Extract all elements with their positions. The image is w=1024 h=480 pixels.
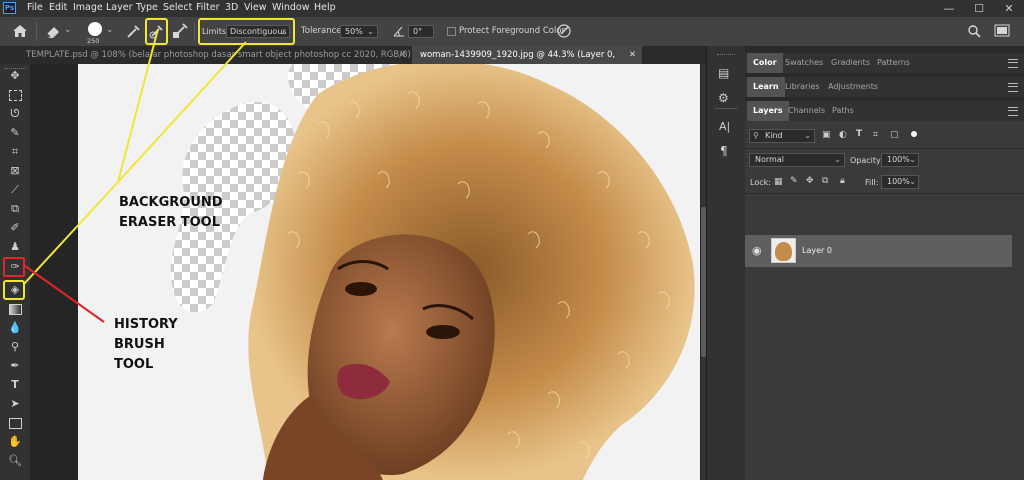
fill-label: Fill: bbox=[865, 178, 879, 187]
filter-type-icon[interactable]: T bbox=[856, 129, 862, 139]
search-icon: ⚲ bbox=[753, 131, 759, 140]
tab-channels[interactable]: Channels bbox=[782, 101, 831, 121]
panel-menu-icon[interactable] bbox=[1008, 107, 1018, 116]
filter-smart-object-icon[interactable]: ▢ bbox=[890, 130, 899, 140]
lock-label: Lock: bbox=[750, 178, 771, 187]
divider bbox=[715, 108, 737, 109]
panel-dock: ▤ ⚙ A| ¶ bbox=[706, 46, 745, 480]
fill-value: 100% bbox=[887, 177, 910, 186]
chevron-down-icon: ⌄ bbox=[909, 177, 916, 186]
tab-libraries[interactable]: Libraries bbox=[779, 77, 826, 97]
tab-color[interactable]: Color bbox=[747, 53, 783, 73]
search-icon[interactable] bbox=[967, 24, 981, 38]
panel-menu-icon[interactable] bbox=[1008, 59, 1018, 68]
chevron-down-icon: ⌄ bbox=[834, 155, 841, 164]
panels-column: Color Swatches Gradients Patterns Learn … bbox=[745, 46, 1024, 480]
blend-mode-select[interactable]: Normal ⌄ bbox=[749, 153, 845, 167]
dock-grip[interactable] bbox=[717, 54, 735, 58]
lock-transparency-icon[interactable]: ▦ bbox=[774, 177, 783, 187]
chevron-down-icon: ⌄ bbox=[909, 155, 916, 164]
pointer-line bbox=[24, 265, 105, 323]
opacity-input[interactable]: 100% ⌄ bbox=[881, 153, 919, 167]
color-panel-tabs: Color Swatches Gradients Patterns bbox=[745, 53, 1024, 73]
pointer-line bbox=[23, 181, 119, 285]
properties-panel-icon[interactable]: ⚙ bbox=[718, 91, 729, 105]
tab-adjustments[interactable]: Adjustments bbox=[822, 77, 884, 97]
opacity-label: Opacity: bbox=[850, 156, 883, 165]
filter-shape-icon[interactable]: ⌗ bbox=[873, 130, 878, 140]
maximize-button[interactable]: ☐ bbox=[964, 0, 994, 17]
close-window-button[interactable]: ✕ bbox=[994, 0, 1024, 17]
filter-adjustment-icon[interactable]: ◐ bbox=[839, 130, 847, 140]
annotation-pointers bbox=[23, 28, 247, 323]
filter-kind-value: Kind bbox=[765, 131, 783, 140]
chevron-down-icon: ⌄ bbox=[804, 131, 811, 140]
layer-row[interactable]: ◉ Layer 0 bbox=[745, 235, 1012, 267]
lock-artboard-icon[interactable]: ⧉ bbox=[822, 176, 828, 186]
fill-input[interactable]: 100% ⌄ bbox=[881, 175, 919, 189]
minimize-button[interactable]: — bbox=[934, 0, 964, 17]
history-panel-icon[interactable]: ▤ bbox=[718, 66, 729, 80]
layer-thumbnail bbox=[771, 238, 796, 263]
layer-filter-select[interactable]: ⚲ Kind ⌄ bbox=[749, 129, 815, 143]
tab-gradients[interactable]: Gradients bbox=[825, 53, 876, 73]
layers-panel: ⚲ Kind ⌄ ▣ ◐ T ⌗ ▢ Normal ⌄ Opacity: 100… bbox=[745, 121, 1024, 480]
learn-panel-tabs: Learn Libraries Adjustments bbox=[745, 77, 1024, 97]
opacity-value: 100% bbox=[887, 155, 910, 164]
tab-swatches[interactable]: Swatches bbox=[779, 53, 829, 73]
blend-mode-value: Normal bbox=[755, 155, 784, 164]
panel-menu-icon[interactable] bbox=[1008, 83, 1018, 92]
filter-pixel-icon[interactable]: ▣ bbox=[822, 130, 831, 140]
paragraph-panel-icon[interactable]: ¶ bbox=[720, 144, 728, 158]
character-panel-icon[interactable]: A| bbox=[719, 120, 730, 133]
divider bbox=[745, 193, 1024, 194]
layers-panel-tabs: Layers Channels Paths bbox=[745, 101, 1024, 121]
tab-patterns[interactable]: Patterns bbox=[871, 53, 916, 73]
tab-paths[interactable]: Paths bbox=[826, 101, 860, 121]
filter-toggle-icon[interactable] bbox=[911, 131, 917, 137]
lock-position-icon[interactable]: ✥ bbox=[806, 176, 814, 186]
arrange-icon[interactable] bbox=[994, 24, 1010, 38]
visibility-eye-icon[interactable]: ◉ bbox=[752, 244, 762, 257]
lock-all-icon[interactable]: 🔒︎ bbox=[840, 176, 845, 186]
lock-pixels-icon[interactable]: ✎ bbox=[790, 176, 798, 186]
layer-name[interactable]: Layer 0 bbox=[802, 246, 832, 255]
divider bbox=[745, 148, 1024, 149]
